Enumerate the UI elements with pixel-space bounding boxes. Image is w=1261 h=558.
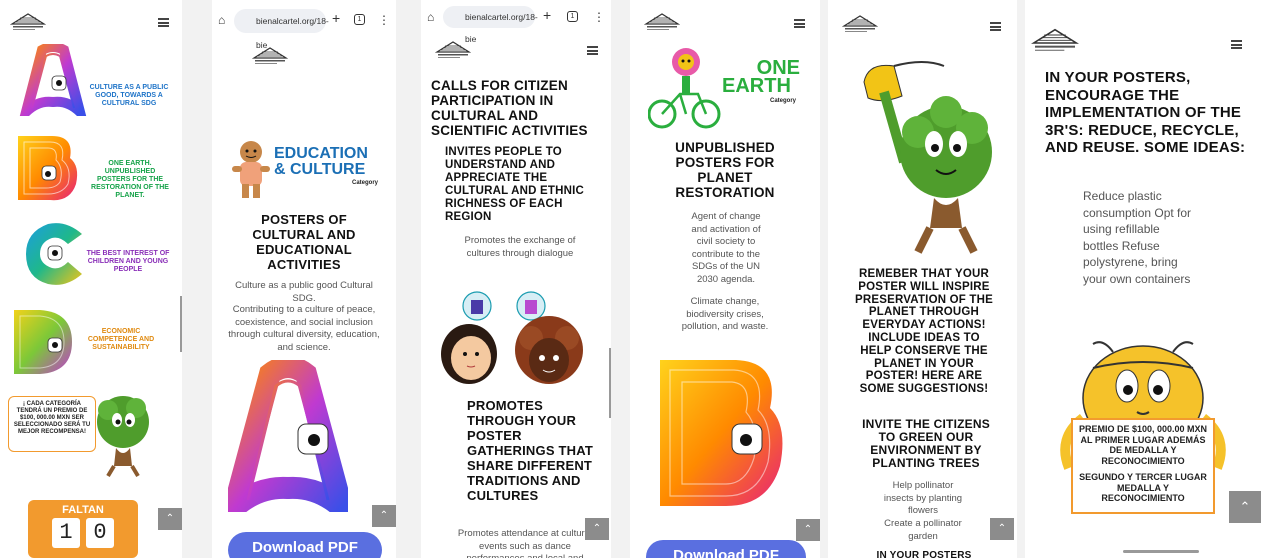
scroll-top-button[interactable]: ⌃ (372, 505, 396, 527)
home-icon[interactable]: ⌂ (427, 10, 434, 24)
countdown-label: FALTAN (62, 504, 104, 516)
chevron-up-icon: ⌃ (592, 523, 602, 534)
letter-a-large-badge (228, 360, 348, 512)
browser-toolbar: ⌂ bienalcartel.org/18-bie + 1 ⋮ (421, 0, 611, 44)
body-text: Contributing to a culture of peace, coex… (228, 304, 380, 353)
screenshot-panel-4: ONE EARTH Category UNPUBLISHED POSTERS F… (630, 0, 820, 558)
url-text: bienalcartel.org/18-bie (465, 12, 538, 44)
download-pdf-button[interactable]: Download PDF (228, 532, 382, 558)
tab-count-icon[interactable]: 1 (567, 11, 578, 22)
chevron-up-icon: ⌃ (379, 510, 389, 521)
hamburger-menu-icon[interactable] (990, 22, 1001, 31)
new-tab-icon[interactable]: + (332, 10, 340, 26)
chevron-up-icon: ⌃ (1239, 499, 1251, 514)
tab-count-icon[interactable]: 1 (354, 14, 365, 25)
category-sub: Category (770, 98, 797, 104)
tree-watering-can-mascot-icon (863, 61, 992, 254)
prize-second-third: SEGUNDO Y TERCER LUGAR MEDALLA Y RECONOC… (1079, 472, 1207, 503)
home-icon[interactable]: ⌂ (218, 13, 225, 27)
address-bar[interactable]: bienalcartel.org/18-bie (443, 6, 538, 44)
letter-b-large-badge (660, 360, 783, 506)
two-children-illustration (441, 291, 583, 384)
more-menu-icon[interactable]: ⋮ (378, 13, 390, 27)
hamburger-menu-icon[interactable] (158, 18, 169, 27)
letter-b-badge[interactable] (12, 132, 84, 204)
bienal-logo[interactable] (1031, 24, 1079, 54)
bienal-logo[interactable] (435, 38, 471, 60)
hamburger-menu-icon[interactable] (794, 19, 805, 28)
section-heading: REMEBER THAT YOUR POSTER WILL INSPIRE PR… (855, 268, 993, 396)
category-d-label: ECONOMIC COMPETENCE AND SUSTAINABILITY (87, 328, 155, 351)
prize-first-place: PREMIO DE $100, 000.00 MXN AL PRIMER LUG… (1078, 424, 1208, 466)
flower-cyclist-mascot-icon (648, 48, 721, 129)
prize-sign: PREMIO DE $100, 000.00 MXN AL PRIMER LUG… (1071, 418, 1215, 514)
section-heading: POSTERS OF CULTURAL AND EDUCATIONAL ACTI… (252, 212, 356, 272)
body-text: Culture as a public good Cultural SDG. (235, 280, 373, 304)
body-text: Agent of change and activation of civil … (691, 211, 761, 285)
chevron-up-icon: ⌃ (803, 524, 813, 535)
section-heading: IN YOUR POSTERS, ENCOURAGE THE IMPLEMENT… (1045, 69, 1246, 156)
letter-d-badge[interactable] (10, 306, 76, 378)
screenshot-panel-2: ⌂ bienalcartel.org/18-bie + 1 ⋮ EDUCATIO… (212, 0, 396, 558)
body-text: Promotes attendance at cultural events s… (457, 528, 593, 558)
bienal-logo[interactable] (644, 10, 680, 32)
ideas-list: Reduce plastic consumption Opt for using… (1083, 189, 1192, 286)
countdown-digit: 1 (52, 518, 80, 548)
category-title-line2: EARTH (722, 75, 791, 97)
category-c-label: THE BEST INTEREST OF CHILDREN AND YOUNG … (86, 250, 170, 273)
section-heading: INVITE THE CITIZENS TO GREEN OUR ENVIRON… (862, 417, 990, 470)
download-pdf-button[interactable]: Download PDF (646, 540, 806, 558)
category-b-label: ONE EARTH. UNPUBLISHED POSTERS FOR THE R… (91, 160, 169, 199)
screenshot-panel-5: REMEBER THAT YOUR POSTER WILL INSPIRE PR… (828, 0, 1017, 558)
scroll-top-button[interactable]: ⌃ (585, 518, 609, 540)
address-bar[interactable]: bienalcartel.org/18-bie (234, 9, 329, 50)
category-title-line1: EDUCATION (274, 145, 368, 162)
category-a-label: CULTURE AS A PUBLIC GOOD, TOWARDS A CULT… (89, 84, 169, 107)
bienal-logo[interactable] (10, 10, 46, 32)
section-heading: CALLS FOR CITIZEN PARTICIPATION IN CULTU… (431, 78, 588, 138)
more-menu-icon[interactable]: ⋮ (593, 10, 605, 24)
letter-c-badge[interactable] (22, 218, 88, 290)
gesture-bar (1123, 550, 1199, 553)
site-header (0, 0, 182, 40)
bienal-logo[interactable] (252, 44, 288, 66)
section-heading: UNPUBLISHED POSTERS FOR PLANET RESTORATI… (675, 140, 775, 200)
scroll-top-button[interactable]: ⌃ (990, 518, 1014, 540)
screenshot-panel-1: CULTURE AS A PUBLIC GOOD, TOWARDS A CULT… (0, 0, 182, 558)
body-text: Help pollinator insects by planting flow… (883, 480, 963, 516)
countdown-digit: 0 (86, 518, 114, 548)
screenshot-panel-3: ⌂ bienalcartel.org/18-bie + 1 ⋮ CALLS FO… (421, 0, 611, 558)
bienal-logo[interactable] (842, 12, 878, 34)
prize-banner: ¡ CADA CATEGORÍA TENDRÁ UN PREMIO DE $10… (8, 396, 96, 452)
letter-a-badge[interactable] (18, 44, 88, 116)
scroll-top-button[interactable]: ⌃ (1229, 491, 1261, 523)
section-heading: INVITES PEOPLE TO UNDERSTAND AND APPRECI… (445, 146, 585, 223)
scrollbar[interactable] (180, 296, 182, 352)
hamburger-menu-icon[interactable] (1231, 40, 1242, 49)
body-text: Create a pollinator garden (884, 518, 962, 542)
new-tab-icon[interactable]: + (543, 7, 551, 23)
scroll-top-button[interactable]: ⌃ (158, 508, 182, 530)
tree-mascot-icon (97, 396, 149, 478)
screenshot-panel-6: IN YOUR POSTERS, ENCOURAGE THE IMPLEMENT… (1025, 0, 1261, 558)
prize-banner-text: ¡ CADA CATEGORÍA TENDRÁ UN PREMIO DE $10… (13, 401, 91, 435)
section-heading: IN YOUR POSTERS (876, 550, 972, 558)
section-heading: PROMOTES THROUGH YOUR POSTER GATHERINGS … (467, 398, 594, 503)
scrollbar[interactable] (609, 348, 611, 418)
chevron-up-icon: ⌃ (165, 513, 175, 524)
body-text: Climate change, biodiversity crises, pol… (681, 296, 769, 332)
hamburger-menu-icon[interactable] (587, 46, 598, 55)
body-text: Promotes the exchange of cultures throug… (464, 235, 576, 259)
chevron-up-icon: ⌃ (997, 523, 1007, 534)
scroll-top-button[interactable]: ⌃ (796, 519, 820, 541)
category-title-line2: & CULTURE (274, 161, 366, 178)
category-sub: Category (352, 180, 379, 186)
gingerbread-mascot-icon (232, 141, 270, 198)
browser-toolbar: ⌂ bienalcartel.org/18-bie + 1 ⋮ (212, 0, 396, 50)
countdown-box: FALTAN 1 0 (28, 500, 138, 558)
